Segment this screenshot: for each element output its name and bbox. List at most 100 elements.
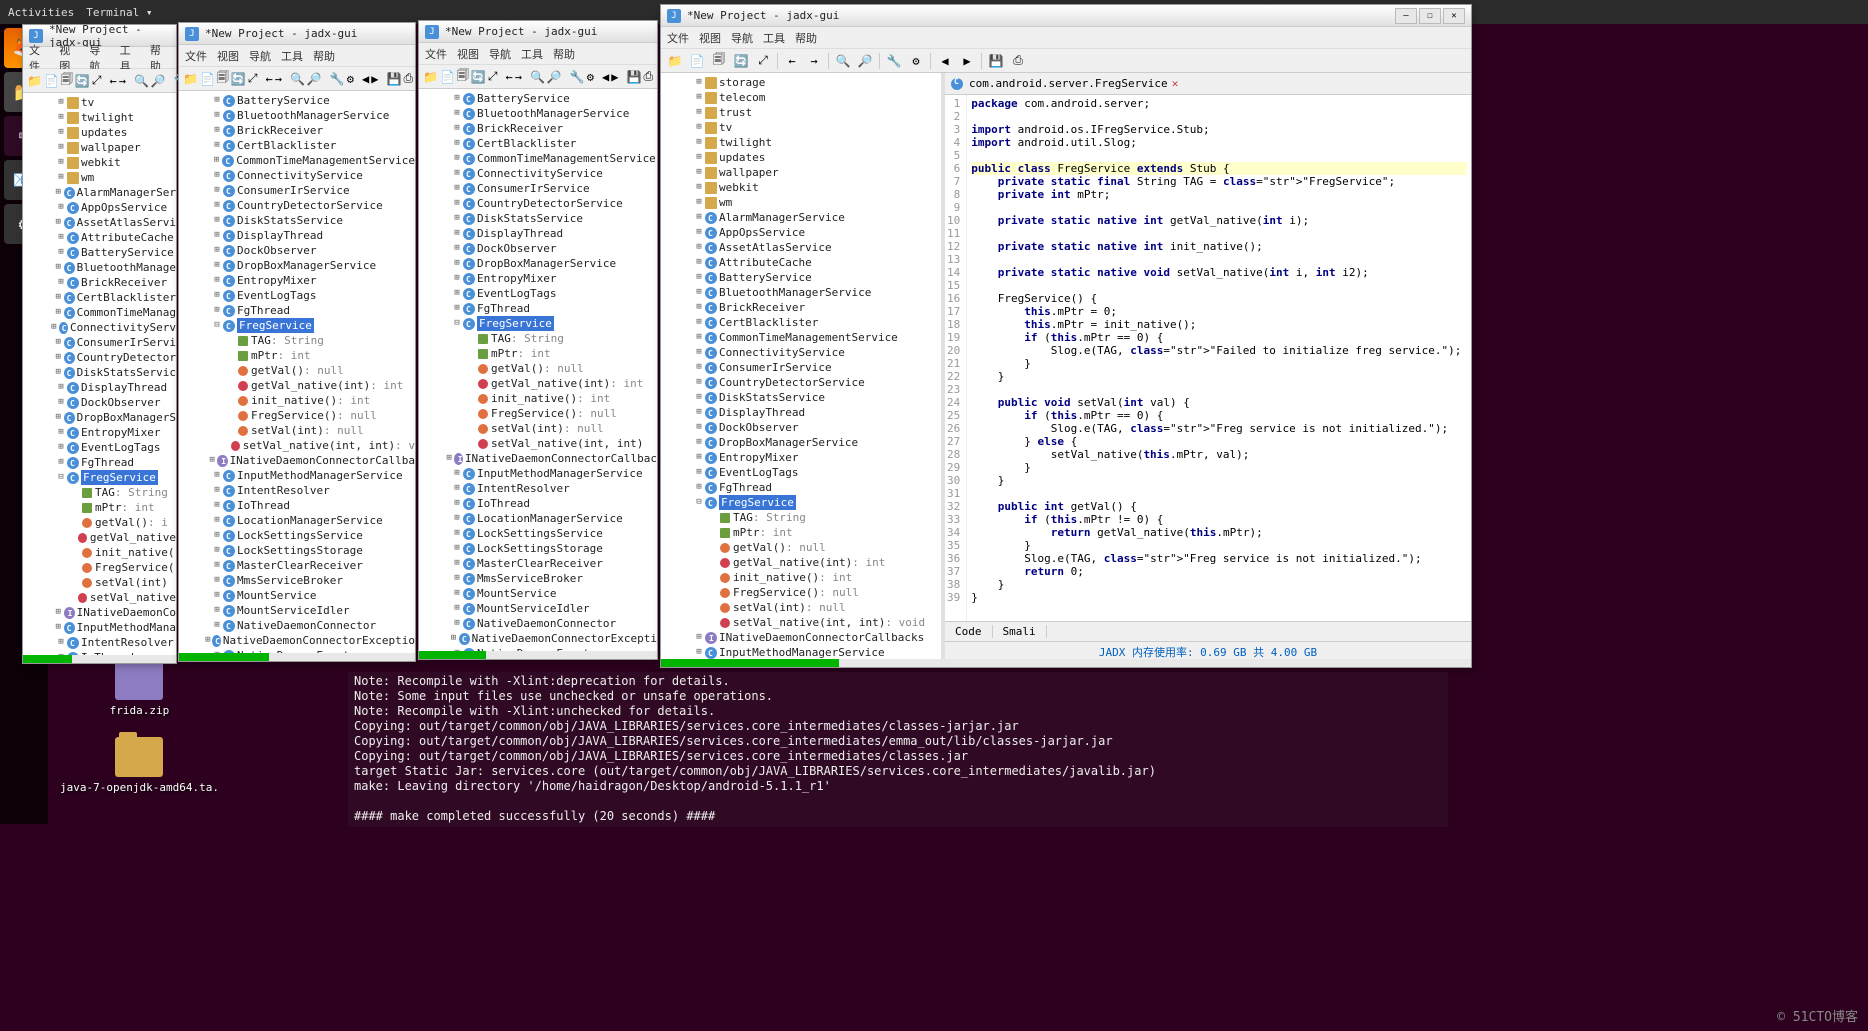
menu-nav[interactable]: 导航 — [249, 48, 271, 64]
toolbar-button[interactable]: 📄 — [200, 69, 215, 89]
tree-node[interactable]: ⊞EntropyMixer — [661, 450, 941, 465]
tree-node[interactable]: ⊞EventLogTags — [661, 465, 941, 480]
tree-node[interactable]: setVal(int) : null — [661, 600, 941, 615]
tree-node[interactable]: ⊞AppOpsService — [661, 225, 941, 240]
toolbar-button[interactable]: 🔍 — [833, 51, 853, 71]
tree-node[interactable]: ⊞CountryDetectorService — [419, 196, 657, 211]
class-tree[interactable]: ⊞BatteryService⊞BluetoothManagerService⊞… — [179, 91, 415, 653]
tree-node[interactable]: getVal() : null — [661, 540, 941, 555]
tree-node[interactable]: ⊞BluetoothManage — [23, 260, 176, 275]
toolbar-button[interactable]: ⎙ — [1008, 51, 1028, 71]
tree-node[interactable]: ⊞CommonTimeManagementService — [179, 153, 415, 168]
tree-node[interactable]: ⊞InputMethodMana — [23, 620, 176, 635]
toolbar-button[interactable]: ⤢ — [488, 67, 498, 87]
tree-node[interactable]: ⊞DiskStatsService — [419, 211, 657, 226]
tree-node[interactable]: ⊞updates — [661, 150, 941, 165]
toolbar-button[interactable]: 🔎 — [855, 51, 875, 71]
toolbar-button[interactable]: ⤢ — [248, 69, 258, 89]
tree-node[interactable]: ⊞InputMethodManagerService — [179, 468, 415, 483]
code-text[interactable]: package com.android.server; import andro… — [967, 95, 1471, 621]
toolbar-button[interactable]: → — [275, 69, 282, 89]
tree-node[interactable]: mPtr : int — [419, 346, 657, 361]
toolbar-button[interactable]: ⚙ — [587, 67, 594, 87]
toolbar-button[interactable]: 🔧 — [330, 69, 345, 89]
menu-tools[interactable]: 工具 — [521, 46, 543, 62]
tree-node[interactable]: TAG : String — [179, 333, 415, 348]
toolbar-button[interactable]: ⚙ — [347, 69, 354, 89]
menu-view[interactable]: 视图 — [699, 30, 721, 46]
tab-code[interactable]: Code — [945, 625, 993, 638]
tree-node[interactable]: ⊞AttributeCache — [661, 255, 941, 270]
toolbar-button[interactable]: ▶ — [371, 69, 378, 89]
menu-tools[interactable]: 工具 — [281, 48, 303, 64]
tree-node[interactable]: ⊞MasterClearReceiver — [179, 558, 415, 573]
desktop-icon-jdk[interactable]: java-7-openjdk-amd64.ta. — [60, 737, 219, 794]
toolbar-button[interactable]: 🗐 — [217, 69, 229, 89]
tree-node[interactable]: ⊞BrickReceiver — [179, 123, 415, 138]
tree-node[interactable]: ⊞DisplayThread — [179, 228, 415, 243]
tree-node[interactable]: ⊞CertBlacklister — [661, 315, 941, 330]
toolbar-button[interactable]: 💾 — [986, 51, 1006, 71]
toolbar-button[interactable]: ⚙ — [906, 51, 926, 71]
menu-file[interactable]: 文件 — [425, 46, 447, 62]
tree-node[interactable]: ⊞MasterClearReceiver — [419, 556, 657, 571]
toolbar-button[interactable]: ⤢ — [753, 51, 773, 71]
maximize-button[interactable]: ☐ — [1419, 8, 1441, 24]
close-tab-icon[interactable]: ✕ — [1172, 77, 1179, 90]
tree-node[interactable]: ⊞FgThread — [419, 301, 657, 316]
toolbar-button[interactable]: 🗐 — [61, 71, 73, 91]
tree-node[interactable]: mPtr : int — [23, 500, 176, 515]
tree-node[interactable]: ⊞wallpaper — [661, 165, 941, 180]
tree-node[interactable]: ⊞NativeDaemonConnector — [179, 618, 415, 633]
toolbar-button[interactable]: 💾 — [627, 67, 642, 87]
code-editor[interactable]: 1234567891011121314151617181920212223242… — [945, 95, 1471, 621]
tree-node[interactable]: ⊞NativeDaemonConnectorExceptio — [179, 633, 415, 648]
toolbar-button[interactable]: ⎙ — [403, 69, 413, 89]
titlebar[interactable]: J *New Project - jadx-gui — [419, 21, 657, 43]
app-menu[interactable]: Terminal ▾ — [86, 6, 152, 19]
toolbar-button[interactable]: 🔧 — [570, 67, 585, 87]
tree-node[interactable]: setVal(int) — [23, 575, 176, 590]
tree-node[interactable]: ⊞BluetoothManagerService — [179, 108, 415, 123]
tree-node[interactable]: getVal() : null — [419, 361, 657, 376]
tree-node[interactable]: ⊞AssetAtlasServi — [23, 215, 176, 230]
tree-node[interactable]: FregService() : null — [419, 406, 657, 421]
tree-node[interactable]: init_native() : int — [661, 570, 941, 585]
tree-node[interactable]: mPtr : int — [179, 348, 415, 363]
tree-node[interactable]: getVal() : null — [179, 363, 415, 378]
tree-node[interactable]: ⊞trust — [661, 105, 941, 120]
tree-node[interactable]: ⊞InputMethodManagerService — [661, 645, 941, 659]
tree-node[interactable]: mPtr : int — [661, 525, 941, 540]
toolbar-button[interactable]: 🔄 — [231, 69, 246, 89]
tree-node[interactable]: ⊞EntropyMixer — [419, 271, 657, 286]
tree-node[interactable]: ⊞ConsumerIrService — [419, 181, 657, 196]
toolbar-button[interactable]: 📁 — [423, 67, 438, 87]
tree-node[interactable]: ⊟FregService — [179, 318, 415, 333]
tree-node[interactable]: getVal_native(int) : int — [661, 555, 941, 570]
toolbar-button[interactable]: 📄 — [440, 67, 455, 87]
tree-node[interactable]: FregService( — [23, 560, 176, 575]
tree-node[interactable]: ⊞IntentResolver — [23, 635, 176, 650]
menu-help[interactable]: 帮助 — [313, 48, 335, 64]
tree-node[interactable]: init_native() : int — [179, 393, 415, 408]
tree-node[interactable]: ⊞BluetoothManagerService — [419, 106, 657, 121]
toolbar-button[interactable]: → — [515, 67, 522, 87]
tree-node[interactable]: ⊞BrickReceiver — [23, 275, 176, 290]
tree-node[interactable]: ⊞IoThread — [419, 496, 657, 511]
tree-node[interactable]: ⊞CountryDetectorService — [179, 198, 415, 213]
toolbar-button[interactable]: 🔍 — [134, 71, 149, 91]
menubar[interactable]: 文件 视图 导航 工具 帮助 — [661, 27, 1471, 49]
toolbar-button[interactable]: 🔍 — [290, 69, 305, 89]
tree-node[interactable]: ⊞DropBoxManagerService — [419, 256, 657, 271]
tree-node[interactable]: ⊞updates — [23, 125, 176, 140]
tree-node[interactable]: ⊞LockSettingsStorage — [419, 541, 657, 556]
tree-node[interactable]: ⊞FgThread — [179, 303, 415, 318]
tree-node[interactable]: setVal(int) : null — [419, 421, 657, 436]
tree-node[interactable]: ⊞LockSettingsService — [179, 528, 415, 543]
tree-node[interactable]: TAG : String — [661, 510, 941, 525]
tree-node[interactable]: ⊞DiskStatsServic — [23, 365, 176, 380]
menu-help[interactable]: 帮助 — [795, 30, 817, 46]
tree-node[interactable]: ⊞EventLogTags — [179, 288, 415, 303]
tree-node[interactable]: ⊞CommonTimeManagementService — [419, 151, 657, 166]
tree-node[interactable]: ⊞DisplayThread — [419, 226, 657, 241]
